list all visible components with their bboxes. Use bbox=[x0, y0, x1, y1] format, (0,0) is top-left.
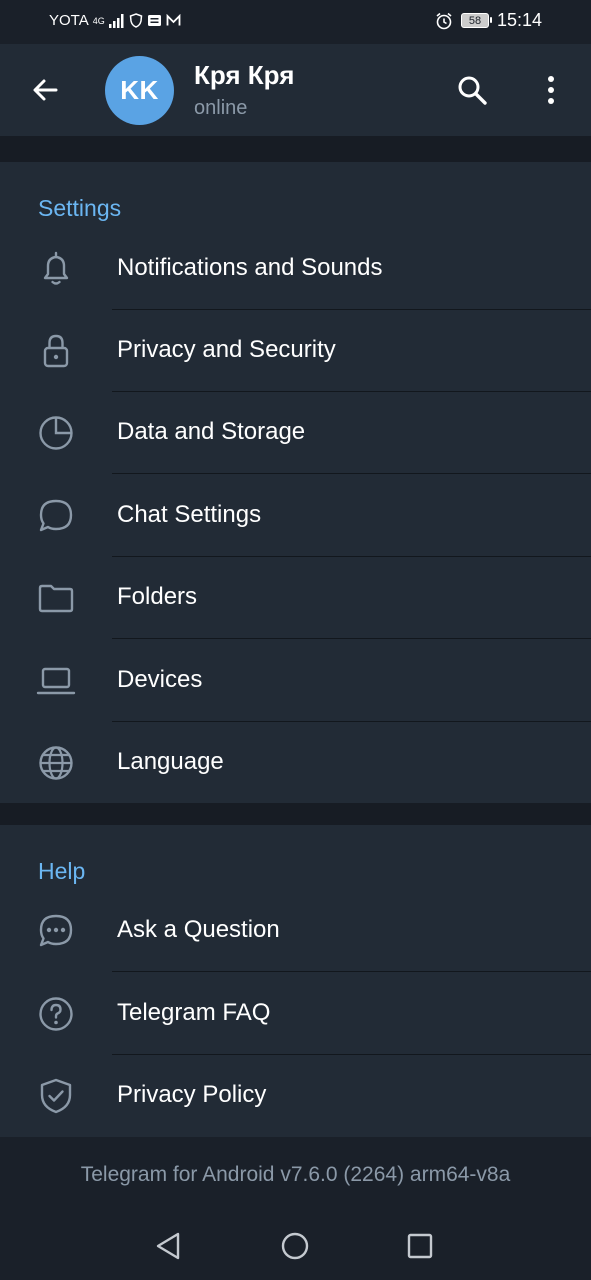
search-icon bbox=[458, 76, 487, 105]
settings-item-label: Privacy and Security bbox=[117, 336, 336, 363]
divider bbox=[112, 473, 591, 474]
settings-item-label: Language bbox=[117, 748, 224, 775]
settings-item-label: Data and Storage bbox=[117, 418, 306, 445]
settings-item-label: Devices bbox=[117, 666, 203, 693]
search-button[interactable] bbox=[454, 72, 490, 108]
settings-item-notifications[interactable]: Notifications and Sounds bbox=[0, 228, 591, 310]
divider bbox=[112, 638, 591, 639]
help-item-privacy-policy[interactable]: Privacy Policy bbox=[0, 1055, 591, 1137]
square-recents-icon bbox=[407, 1233, 433, 1259]
system-nav-bar bbox=[0, 1212, 591, 1280]
help-item-ask-question[interactable]: Ask a Question bbox=[0, 890, 591, 972]
help-item-label: Privacy Policy bbox=[117, 1081, 267, 1108]
profile-status: online bbox=[194, 97, 248, 119]
section-separator bbox=[0, 803, 591, 825]
help-item-label: Ask a Question bbox=[117, 916, 280, 943]
divider bbox=[112, 971, 591, 972]
settings-item-privacy[interactable]: Privacy and Security bbox=[0, 310, 591, 392]
lock-icon bbox=[43, 334, 69, 368]
help-item-label: Telegram FAQ bbox=[117, 999, 271, 1026]
status-bar-left: YOTA 4G bbox=[49, 12, 181, 29]
shield-status-icon bbox=[129, 13, 143, 28]
shield-check-icon bbox=[40, 1078, 72, 1114]
chat-dots-icon bbox=[39, 914, 73, 947]
alarm-icon bbox=[436, 12, 452, 29]
settings-section-title: Settings bbox=[38, 195, 122, 221]
circle-home-icon bbox=[281, 1232, 309, 1260]
settings-item-label: Folders bbox=[117, 583, 198, 610]
more-options-button[interactable] bbox=[536, 72, 566, 108]
settings-item-chat[interactable]: Chat Settings bbox=[0, 475, 591, 557]
nav-home-button[interactable] bbox=[277, 1228, 313, 1264]
arrow-left-icon bbox=[33, 79, 58, 101]
bell-icon bbox=[43, 251, 69, 285]
signal-icon bbox=[108, 13, 124, 28]
nav-back-button[interactable] bbox=[151, 1228, 187, 1264]
battery-indicator: 58 bbox=[460, 13, 492, 28]
status-bar: YOTA 4G 58 15:14 bbox=[0, 0, 591, 44]
status-bar-right: 58 15:14 bbox=[435, 10, 542, 31]
nav-recents-button[interactable] bbox=[402, 1228, 438, 1264]
mail-status-icon bbox=[166, 14, 181, 26]
globe-icon bbox=[39, 746, 73, 780]
avatar[interactable]: KK bbox=[105, 56, 174, 125]
settings-item-folders[interactable]: Folders bbox=[0, 557, 591, 639]
triangle-back-icon bbox=[156, 1232, 180, 1260]
profile-header: KK Кря Кря online bbox=[0, 44, 591, 136]
profile-name: Кря Кря bbox=[194, 60, 295, 90]
chat-bubble-icon bbox=[39, 499, 73, 532]
settings-item-label: Notifications and Sounds bbox=[117, 254, 383, 281]
section-separator bbox=[0, 136, 591, 162]
carrier-name: YOTA bbox=[49, 12, 89, 29]
laptop-icon bbox=[36, 667, 76, 695]
settings-item-language[interactable]: Language bbox=[0, 722, 591, 804]
folder-icon bbox=[38, 584, 74, 613]
help-item-faq[interactable]: Telegram FAQ bbox=[0, 973, 591, 1055]
app-version: Telegram for Android v7.6.0 (2264) arm64… bbox=[80, 1163, 511, 1186]
help-section-title: Help bbox=[38, 858, 86, 884]
settings-item-label: Chat Settings bbox=[117, 501, 262, 528]
network-type: 4G bbox=[92, 15, 105, 26]
help-section: Help Ask a Question Telegram FAQ Privacy… bbox=[0, 825, 591, 1137]
more-vertical-icon bbox=[548, 76, 554, 104]
question-circle-icon bbox=[39, 997, 73, 1031]
message-status-icon bbox=[147, 15, 161, 26]
back-button[interactable] bbox=[26, 70, 66, 110]
settings-section: Settings Notifications and Sounds Privac… bbox=[0, 162, 591, 803]
settings-item-data[interactable]: Data and Storage bbox=[0, 392, 591, 474]
pie-chart-icon bbox=[39, 416, 73, 450]
settings-item-devices[interactable]: Devices bbox=[0, 640, 591, 722]
clock: 15:14 bbox=[496, 10, 542, 30]
